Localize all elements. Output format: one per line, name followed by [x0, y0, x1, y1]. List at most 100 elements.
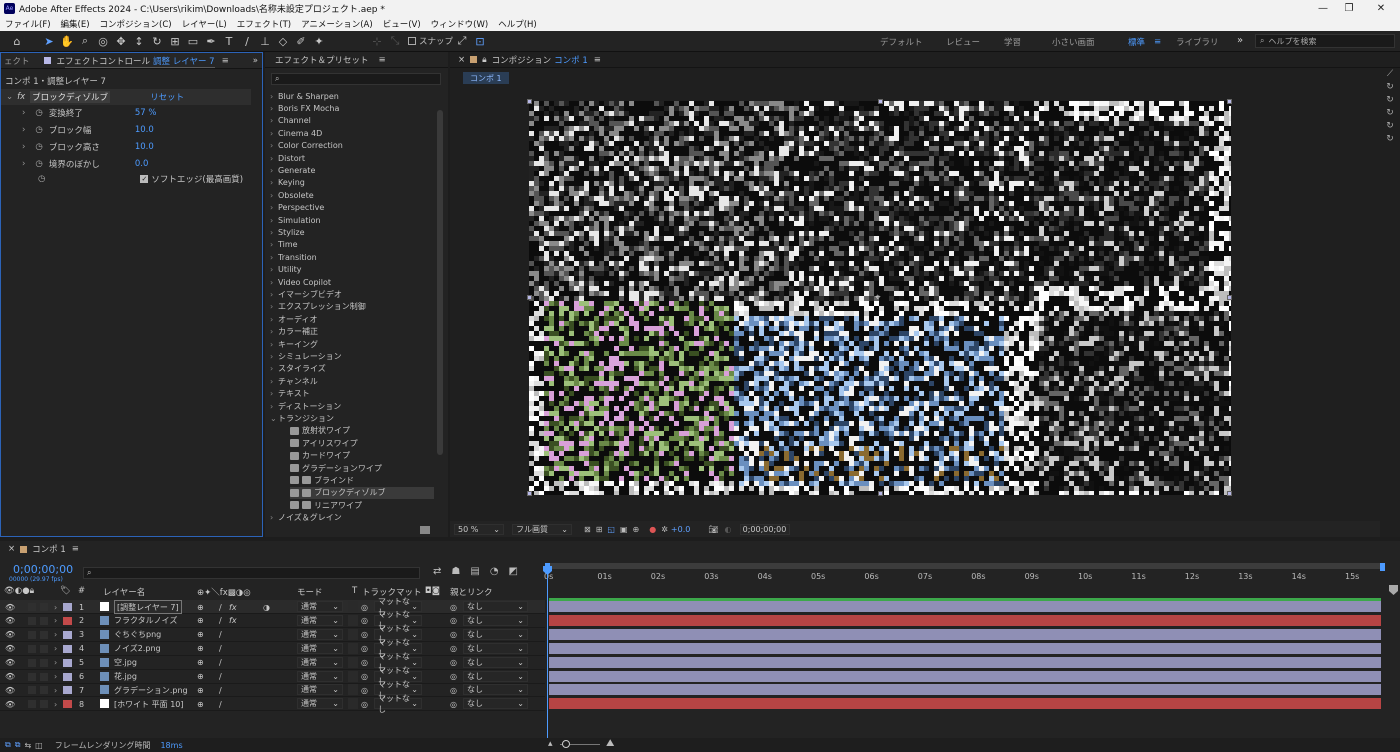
label-color-swatch[interactable] [63, 658, 72, 667]
effect-controls-title[interactable]: エフェクトコントロール [57, 55, 151, 67]
pen-tool-icon[interactable]: ✒ [202, 32, 220, 50]
lock-toggle[interactable] [40, 644, 48, 653]
menu-item[interactable]: ウィンドウ(W) [426, 18, 494, 30]
effect-category[interactable]: › Time [270, 239, 298, 251]
label-color-swatch[interactable] [63, 700, 72, 709]
expand-chevron-icon[interactable]: › [22, 108, 25, 118]
workspace-tab[interactable]: 標準 [1128, 31, 1145, 52]
side-tool-icon[interactable]: ↻ [1380, 107, 1400, 120]
expand-chevron-icon[interactable]: › [22, 159, 25, 169]
effect-category[interactable]: › Color Correction [270, 140, 343, 152]
solo-toggle[interactable] [28, 603, 36, 611]
transparency-grid-icon[interactable]: ⊞ [596, 525, 603, 534]
label-color-swatch[interactable] [63, 672, 72, 681]
shy-switch-icon[interactable]: ⊕ [197, 697, 204, 711]
transform-handle[interactable] [527, 295, 532, 300]
eye-icon[interactable]: 👁︎ [5, 628, 15, 642]
solo-toggle[interactable] [28, 658, 36, 667]
parent-pickwhip-icon[interactable]: ◎ [450, 697, 457, 711]
clone-stamp-icon[interactable]: ⊥ [256, 32, 274, 50]
pickwhip-icon[interactable]: ◎ [361, 628, 368, 642]
side-tool-icon[interactable]: ↻ [1380, 94, 1400, 107]
preserve-transparency-toggle[interactable] [348, 601, 358, 612]
blend-mode-dropdown[interactable]: 通常 ⌄ [297, 642, 343, 654]
shy-switch-icon[interactable]: ⊕ [197, 614, 204, 628]
pickwhip-icon[interactable]: ◎ [361, 683, 368, 697]
menu-item[interactable]: ファイル(F) [0, 18, 56, 30]
quality-switch-icon[interactable]: ∕ [219, 614, 222, 628]
solo-toggle[interactable] [28, 672, 36, 681]
layer-name[interactable]: ぐちぐちpng [114, 628, 161, 642]
parent-pickwhip-icon[interactable]: ◎ [450, 642, 457, 656]
parent-pickwhip-icon[interactable]: ◎ [450, 600, 457, 614]
stopwatch-icon[interactable]: ◷ [35, 125, 42, 135]
menu-item[interactable]: アニメーション(A) [296, 18, 378, 30]
effect-category[interactable]: › オーディオ [270, 313, 317, 325]
effect-category[interactable]: › チャンネル [270, 375, 318, 387]
axis-icon[interactable]: ⊹ [368, 32, 386, 50]
shy-icon[interactable]: ☗ [451, 566, 460, 577]
shy-switch-icon[interactable]: ⊕ [197, 642, 204, 656]
trackmatte-dropdown[interactable]: マットなし ⌄ [374, 694, 422, 714]
lock-toggle[interactable] [40, 658, 48, 667]
effect-category[interactable]: › Channel [270, 115, 311, 127]
parent-dropdown[interactable]: なし ⌄ [463, 601, 528, 612]
pickwhip-icon[interactable]: ◎ [361, 697, 368, 711]
dolly-tool-icon[interactable]: ↕ [130, 32, 148, 50]
blend-mode-dropdown[interactable]: 通常 ⌄ [297, 670, 343, 682]
preserve-transparency-toggle[interactable] [348, 642, 358, 654]
layer-duration-bar[interactable] [549, 670, 1381, 682]
in-out-icon[interactable]: ⇆ [24, 741, 31, 750]
layer-name[interactable]: フラクタルノイズ [114, 614, 177, 628]
panel-menu-icon[interactable]: ≡ [379, 55, 386, 65]
eye-icon[interactable]: 👁︎ [5, 697, 15, 711]
effect-category[interactable]: › Obsolete [270, 189, 314, 201]
preserve-transparency-toggle[interactable] [348, 684, 358, 696]
shy-switch-icon[interactable]: ⊕ [197, 670, 204, 684]
effect-name[interactable]: ブロックディゾルブ [30, 91, 111, 103]
quality-switch-icon[interactable]: ∕ [219, 683, 222, 697]
solo-toggle[interactable] [28, 616, 36, 625]
eye-icon[interactable]: 👁︎ [5, 683, 15, 697]
close-tab-icon[interactable]: × [458, 55, 465, 65]
hand-tool-icon[interactable]: ✋ [58, 32, 76, 50]
panel-menu-icon[interactable]: ≡ [222, 56, 229, 66]
label-color-swatch[interactable] [63, 686, 72, 695]
work-area-bar[interactable] [545, 563, 1385, 569]
expand-chevron-icon[interactable]: › [54, 656, 57, 670]
parent-pickwhip-icon[interactable]: ◎ [450, 683, 457, 697]
property-value[interactable]: 10.0 [135, 125, 154, 135]
effect-category-open[interactable]: ⌄ トランジション [270, 412, 334, 424]
transform-handle[interactable] [1227, 491, 1232, 496]
current-time-display[interactable]: 0;00;00;00 [739, 523, 790, 535]
fx-switch[interactable]: fx [229, 614, 237, 628]
resolution-dropdown[interactable]: フル画質 ⌄ [512, 523, 572, 535]
effect-category[interactable]: › Distort [270, 152, 305, 164]
effect-category[interactable]: › ノイズ＆グレイン [270, 512, 342, 524]
stopwatch-icon[interactable]: ◷ [35, 108, 42, 118]
preserve-transparency-toggle[interactable] [348, 614, 358, 626]
layer-name[interactable]: ノイズ2.png [114, 642, 161, 656]
menu-item[interactable]: エフェクト(T) [232, 18, 296, 30]
blend-mode-dropdown[interactable]: 通常 ⌄ [297, 601, 343, 612]
layer-name-header[interactable]: レイヤー名 [103, 586, 145, 598]
preserve-transparency-toggle[interactable] [348, 670, 358, 682]
quality-switch-icon[interactable]: ∕ [219, 600, 222, 614]
workspace-overflow-icon[interactable]: » [1237, 35, 1243, 46]
comp-end-marker-icon[interactable] [1389, 585, 1398, 595]
transform-handle[interactable] [1227, 295, 1232, 300]
parent-pickwhip-icon[interactable]: ◎ [450, 614, 457, 628]
timeline-tab[interactable]: コンポ 1 [32, 543, 66, 555]
preserve-transparency-toggle[interactable] [348, 698, 358, 710]
timeline-timecode[interactable]: 0;00;00;00 [13, 563, 73, 576]
guides-icon[interactable]: ⊕ [633, 525, 640, 534]
lock-toggle[interactable] [40, 603, 48, 611]
workspace-tab[interactable]: ライブラリ [1176, 31, 1219, 52]
help-search-input[interactable]: ⌕ ヘルプを検索 [1255, 34, 1395, 48]
lock-toggle[interactable] [40, 686, 48, 695]
zoom-out-icon[interactable]: ▴ [548, 739, 553, 749]
solo-toggle[interactable] [28, 630, 36, 639]
parent-dropdown[interactable]: なし ⌄ [463, 684, 528, 696]
menu-item[interactable]: レイヤー(L) [177, 18, 232, 30]
layer-switches-icon[interactable]: ⧉ [5, 740, 11, 750]
